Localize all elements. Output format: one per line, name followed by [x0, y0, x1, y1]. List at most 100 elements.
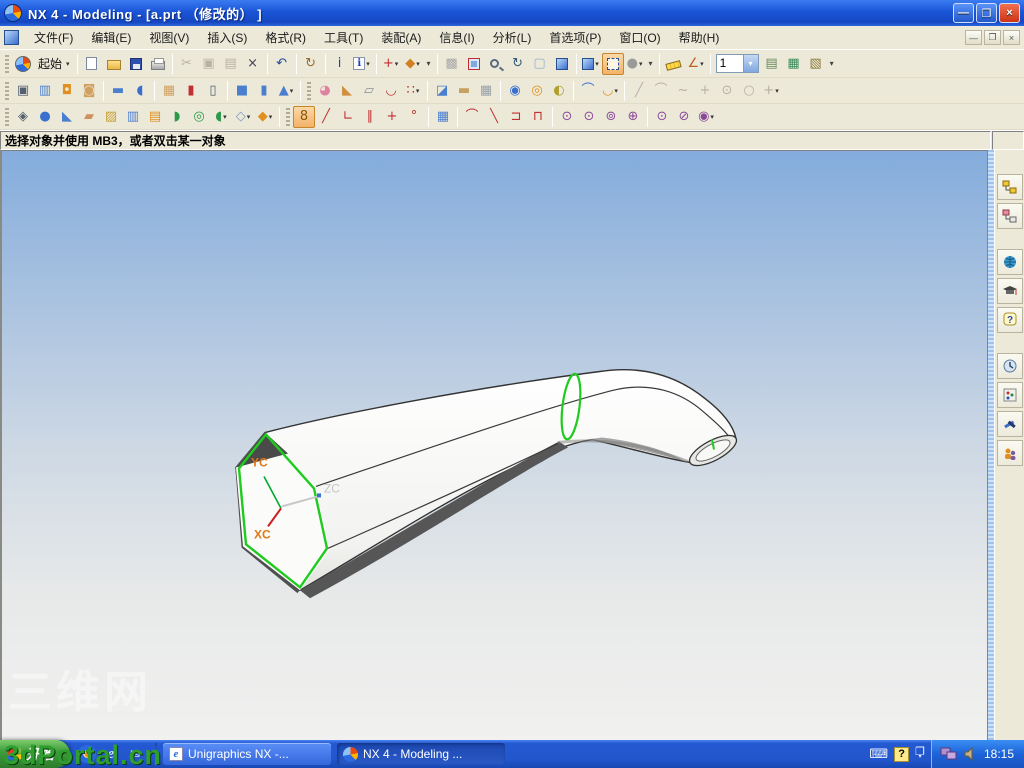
utility-toolbar-options[interactable]: ▾ — [827, 59, 837, 68]
wireframe-display[interactable] — [601, 52, 624, 75]
resource-bar-grip[interactable] — [987, 150, 994, 740]
task-nx4[interactable]: NX 4 - Modeling ... — [337, 743, 505, 765]
center-point[interactable]: ⊙ — [651, 106, 673, 128]
spline[interactable]: ~ — [672, 80, 694, 102]
keyboard-indicator-icon[interactable]: ⌨ — [869, 746, 888, 762]
point-on-curve[interactable]: ⌒ — [461, 106, 483, 128]
menu-insert[interactable]: 插入(S) — [198, 26, 256, 49]
ime-indicator-icon[interactable]: ? — [894, 746, 910, 762]
center-point-2[interactable]: ⊘ — [673, 106, 695, 128]
sew[interactable]: ▦ — [475, 80, 497, 102]
history-tab[interactable] — [996, 353, 1023, 379]
toolbar-grip[interactable] — [5, 107, 9, 126]
restore-orientation[interactable]: ▢ — [529, 53, 551, 75]
shell[interactable]: ◡ — [380, 80, 402, 102]
tube[interactable]: ◡ ▾ — [599, 80, 621, 102]
arc-center[interactable]: ⊙ — [556, 106, 578, 128]
fit-view[interactable] — [463, 53, 485, 75]
menu-format[interactable]: 格式(R) — [256, 26, 315, 49]
graphics-window[interactable]: YC XC ZC 三维网 — [0, 150, 987, 740]
object-information[interactable]: i — [329, 53, 351, 75]
arc-center-3[interactable]: ⊚ — [600, 106, 622, 128]
snap-point-toggle[interactable]: 8 — [293, 105, 315, 128]
window-stack-icon[interactable]: ❐ ▾ — [915, 746, 925, 760]
internet-explorer-icon[interactable]: e — [102, 745, 120, 763]
selection-filter[interactable]: + ▾ — [380, 53, 402, 75]
toolbar-grip[interactable] — [286, 107, 290, 126]
menu-tools[interactable]: 工具(T) — [315, 26, 372, 49]
task-unigraphics[interactable]: e Unigraphics NX -... — [163, 743, 331, 765]
layer-category[interactable]: ▧ — [805, 53, 827, 75]
ellipse[interactable]: ○ — [738, 80, 760, 102]
ruled-surface[interactable]: ▤ — [144, 106, 166, 128]
menu-edit[interactable]: 编辑(E) — [82, 26, 140, 49]
datum-plane[interactable]: ▥ — [34, 80, 56, 102]
hole[interactable]: ◘ — [56, 80, 78, 102]
basic-arc[interactable]: ⌒ — [650, 80, 672, 102]
palettes-tab[interactable] — [996, 382, 1023, 408]
draft[interactable]: ▱ — [358, 80, 380, 102]
slot[interactable]: ▮ — [180, 80, 202, 102]
tube-surface[interactable]: ◎ — [188, 106, 210, 128]
network-icon[interactable] — [940, 747, 958, 761]
unite[interactable]: ◉ — [504, 80, 526, 102]
new-file[interactable] — [81, 53, 103, 75]
zoom-view[interactable] — [485, 53, 507, 75]
menu-view[interactable]: 视图(V) — [140, 26, 198, 49]
menu-assemblies[interactable]: 装配(A) — [372, 26, 430, 49]
menu-window[interactable]: 窗口(O) — [610, 26, 669, 49]
toolbar-grip[interactable] — [5, 81, 9, 100]
more-curves[interactable]: + ▾ — [760, 80, 782, 102]
volume-icon[interactable] — [964, 747, 978, 761]
layer-settings[interactable]: ▤ — [761, 53, 783, 75]
sketch[interactable]: ▣ — [12, 80, 34, 102]
start-logo[interactable] — [12, 53, 34, 75]
chamfer[interactable]: ◣ — [336, 80, 358, 102]
boss[interactable]: ◙ — [78, 80, 100, 102]
sweep-along-guide[interactable]: ⌒ — [577, 80, 599, 102]
information-window[interactable]: ▾ — [351, 53, 373, 75]
part-navigator-tab[interactable] — [996, 203, 1023, 229]
measure-distance[interactable] — [663, 53, 685, 75]
undo[interactable]: ↶ — [271, 53, 293, 75]
edge-blend[interactable]: ◕ — [314, 80, 336, 102]
close-button[interactable]: × — [999, 3, 1020, 23]
cone[interactable]: ▲ ▾ — [275, 80, 297, 102]
shaded-display[interactable]: ▾ — [580, 53, 602, 75]
web-browser-tab[interactable] — [996, 249, 1023, 275]
start-menu[interactable]: 起始 ▾ — [34, 53, 74, 74]
start-button[interactable]: 开始 — [0, 740, 70, 768]
menu-help[interactable]: 帮助(H) — [670, 26, 729, 49]
corner-point-2[interactable]: ⊓ — [527, 106, 549, 128]
standard-toolbar-options[interactable]: ▾ — [424, 59, 434, 68]
restore-button[interactable]: ❐ — [976, 3, 997, 23]
existing-point[interactable]: ▦ — [432, 106, 454, 128]
open-file[interactable] — [103, 53, 125, 75]
point[interactable]: + — [694, 80, 716, 102]
child-window-icon[interactable] — [4, 30, 19, 45]
n-sided-surface[interactable]: ◖ ▾ — [210, 106, 232, 128]
customize-tools-tab[interactable] — [996, 411, 1023, 437]
through-curves[interactable]: ▥ — [122, 106, 144, 128]
toolbar-grip[interactable] — [307, 81, 311, 100]
help-tab[interactable]: ? — [996, 307, 1023, 333]
paste[interactable]: ▤ — [220, 53, 242, 75]
subtract[interactable]: ◎ — [526, 80, 548, 102]
training-tab[interactable] — [996, 278, 1023, 304]
curve-mesh[interactable]: ▨ — [100, 106, 122, 128]
corner-point[interactable]: ⊐ — [505, 106, 527, 128]
trimmed-sheet[interactable]: ◇ ▾ — [232, 106, 254, 128]
end-point[interactable]: ╱ — [315, 106, 337, 128]
work-layer-combo[interactable]: 1 ▾ — [715, 54, 759, 73]
type-filter[interactable]: ◆ ▾ — [402, 53, 424, 75]
cut[interactable]: ✂ — [176, 53, 198, 75]
datum-csys[interactable]: ◈ — [12, 106, 34, 128]
rotate-view[interactable]: ↻ — [507, 53, 529, 75]
mdi-close-button[interactable]: × — [1003, 30, 1020, 45]
view-toolbar-options[interactable]: ▾ — [646, 59, 656, 68]
minimize-button[interactable]: — — [953, 3, 974, 23]
basic-line[interactable]: ╱ — [628, 80, 650, 102]
control-point[interactable]: ∟ — [337, 106, 359, 128]
media-player-icon[interactable]: ◉ — [78, 745, 96, 763]
menu-analysis[interactable]: 分析(L) — [484, 26, 541, 49]
